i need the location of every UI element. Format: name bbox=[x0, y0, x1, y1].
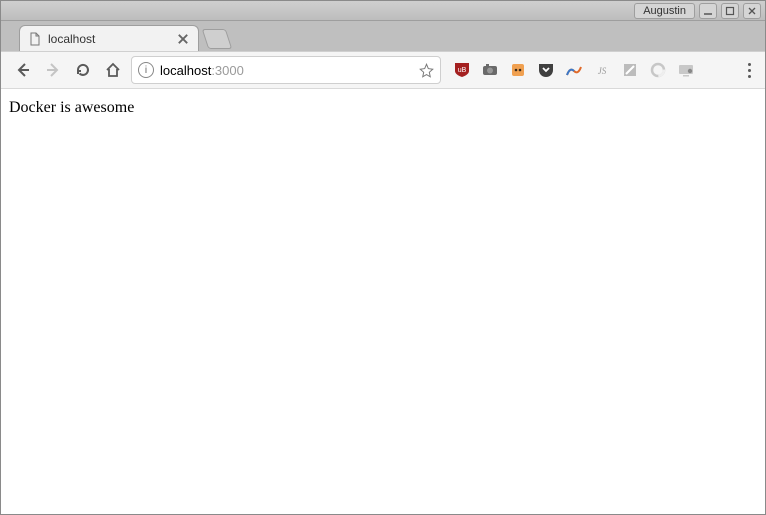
window-maximize-button[interactable] bbox=[721, 3, 739, 19]
page-viewport: Docker is awesome bbox=[1, 89, 765, 514]
adguard-icon[interactable] bbox=[649, 61, 667, 79]
minimize-icon bbox=[703, 6, 713, 16]
formfill-icon[interactable] bbox=[621, 61, 639, 79]
svg-text:uB: uB bbox=[458, 67, 467, 74]
new-tab-button[interactable] bbox=[202, 29, 232, 49]
browser-tabstrip: localhost bbox=[1, 21, 765, 51]
tampermonkey-icon[interactable] bbox=[509, 61, 527, 79]
browser-menu-button[interactable] bbox=[744, 59, 755, 82]
dots-icon bbox=[748, 63, 751, 66]
star-icon bbox=[419, 63, 434, 78]
arrow-right-icon bbox=[44, 61, 62, 79]
camera-icon[interactable] bbox=[481, 61, 499, 79]
js-icon[interactable]: JS bbox=[593, 61, 611, 79]
svg-text:JS: JS bbox=[598, 66, 607, 76]
file-icon bbox=[28, 32, 42, 46]
user-chip: Augustin bbox=[634, 3, 695, 19]
site-info-icon[interactable]: i bbox=[138, 62, 154, 78]
url-port: :3000 bbox=[211, 63, 244, 78]
user-label: Augustin bbox=[643, 5, 686, 17]
home-button[interactable] bbox=[101, 58, 125, 82]
close-icon bbox=[176, 32, 190, 46]
tab-localhost[interactable]: localhost bbox=[19, 25, 199, 51]
extensions-row: uB JS bbox=[453, 61, 695, 79]
window-titlebar: Augustin bbox=[1, 1, 765, 21]
tab-title: localhost bbox=[48, 32, 95, 46]
devtools-icon[interactable] bbox=[677, 61, 695, 79]
url-host: localhost bbox=[160, 63, 211, 78]
ublock-icon[interactable]: uB bbox=[453, 61, 471, 79]
close-icon bbox=[747, 6, 757, 16]
page-body-text: Docker is awesome bbox=[9, 99, 757, 117]
window-minimize-button[interactable] bbox=[699, 3, 717, 19]
maximize-icon bbox=[725, 6, 735, 16]
bookmark-button[interactable] bbox=[419, 63, 434, 78]
pocket-icon[interactable] bbox=[537, 61, 555, 79]
arrow-left-icon bbox=[14, 61, 32, 79]
window-close-button[interactable] bbox=[743, 3, 761, 19]
address-bar[interactable]: i localhost:3000 bbox=[131, 56, 441, 84]
back-button[interactable] bbox=[11, 58, 35, 82]
forward-button[interactable] bbox=[41, 58, 65, 82]
home-icon bbox=[104, 61, 122, 79]
browser-toolbar: i localhost:3000 uB JS bbox=[1, 51, 765, 89]
reload-icon bbox=[74, 61, 92, 79]
tab-close-button[interactable] bbox=[176, 32, 190, 46]
reload-button[interactable] bbox=[71, 58, 95, 82]
lighthouse-icon[interactable] bbox=[565, 61, 583, 79]
